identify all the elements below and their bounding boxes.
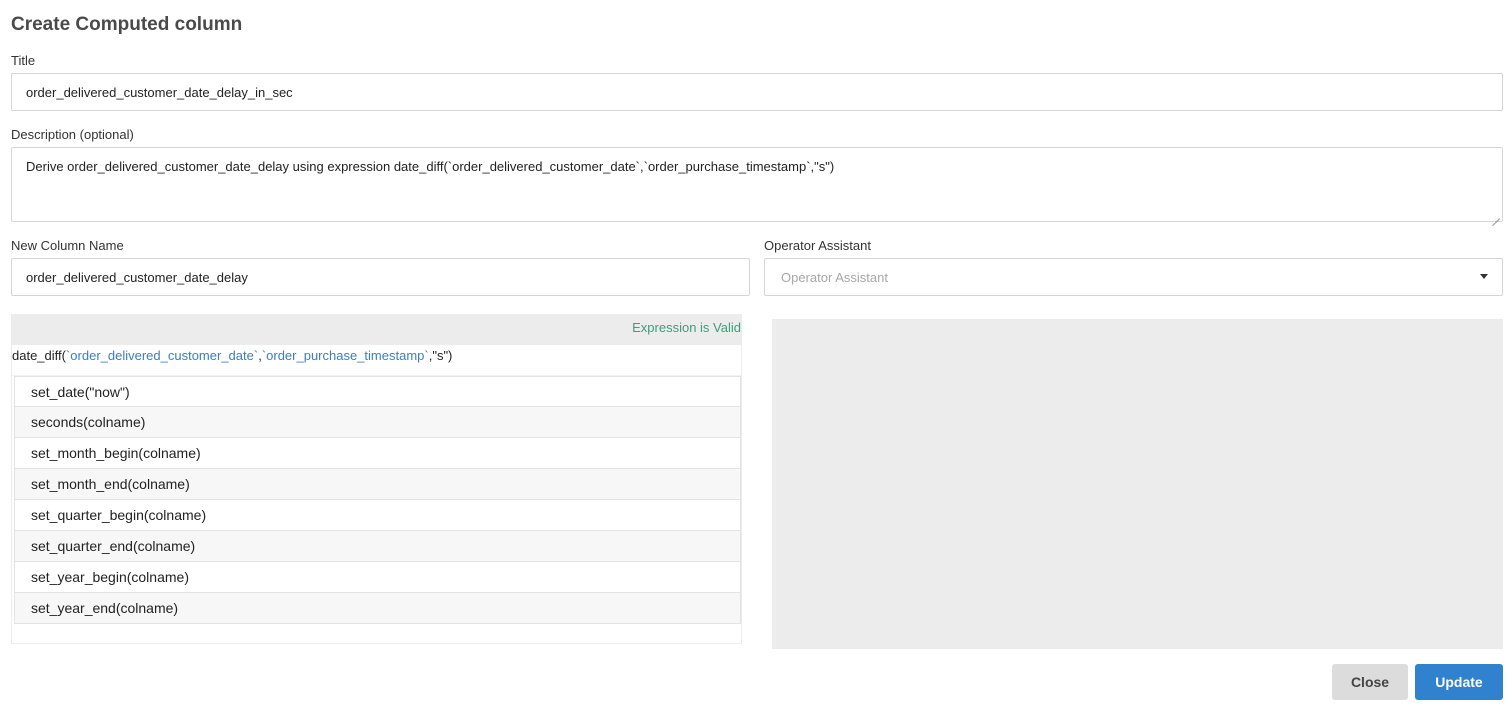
expression-input[interactable]: date_diff(`order_delivered_customer_date… xyxy=(12,345,741,376)
suggestion-item[interactable]: set_quarter_begin(colname) xyxy=(14,500,741,531)
update-button[interactable]: Update xyxy=(1415,664,1503,700)
expression-status: Expression is Valid xyxy=(632,320,741,335)
suggestion-item[interactable]: set_year_end(colname) xyxy=(14,593,741,624)
expr-column-ref: `order_delivered_customer_date` xyxy=(65,348,259,363)
close-button[interactable]: Close xyxy=(1332,664,1408,700)
expr-column-ref: `order_purchase_timestamp` xyxy=(261,348,429,363)
column-name-label: New Column Name xyxy=(11,238,124,253)
suggestion-item[interactable]: seconds(colname) xyxy=(14,407,741,438)
expr-func: date_diff( xyxy=(12,348,66,363)
suggestion-list: set_date("now") seconds(colname) set_mon… xyxy=(12,376,741,624)
suggestion-item[interactable]: set_month_end(colname) xyxy=(14,469,741,500)
operator-assistant-placeholder: Operator Assistant xyxy=(781,269,888,285)
operator-help-panel xyxy=(772,319,1503,649)
dialog-title: Create Computed column xyxy=(11,14,243,35)
column-name-value: order_delivered_customer_date_delay xyxy=(26,269,248,285)
operator-assistant-label: Operator Assistant xyxy=(764,238,871,253)
suggestion-item[interactable]: set_quarter_end(colname) xyxy=(14,531,741,562)
operator-assistant-select[interactable]: Operator Assistant xyxy=(764,258,1503,296)
chevron-down-icon xyxy=(1480,274,1488,279)
expr-suffix: ,"s") xyxy=(428,348,453,363)
description-textarea[interactable]: Derive order_delivered_customer_date_del… xyxy=(11,147,1503,222)
title-label: Title xyxy=(11,53,36,68)
editor-header: Expression is Valid xyxy=(12,315,741,345)
description-label: Description (optional) xyxy=(11,127,134,142)
suggestion-item[interactable]: set_year_begin(colname) xyxy=(14,562,741,593)
expression-editor: Expression is Valid date_diff(`order_del… xyxy=(11,314,742,644)
resize-handle-icon[interactable] xyxy=(1492,211,1500,219)
suggestion-item[interactable]: set_month_begin(colname) xyxy=(14,438,741,469)
suggestion-item[interactable]: set_date("now") xyxy=(14,376,741,407)
title-input[interactable]: order_delivered_customer_date_delay_in_s… xyxy=(11,73,1503,111)
create-computed-column-dialog: Create Computed column Title order_deliv… xyxy=(0,0,1512,727)
title-input-value: order_delivered_customer_date_delay_in_s… xyxy=(26,84,293,100)
description-value: Derive order_delivered_customer_date_del… xyxy=(26,159,835,174)
column-name-input[interactable]: order_delivered_customer_date_delay xyxy=(11,258,750,296)
